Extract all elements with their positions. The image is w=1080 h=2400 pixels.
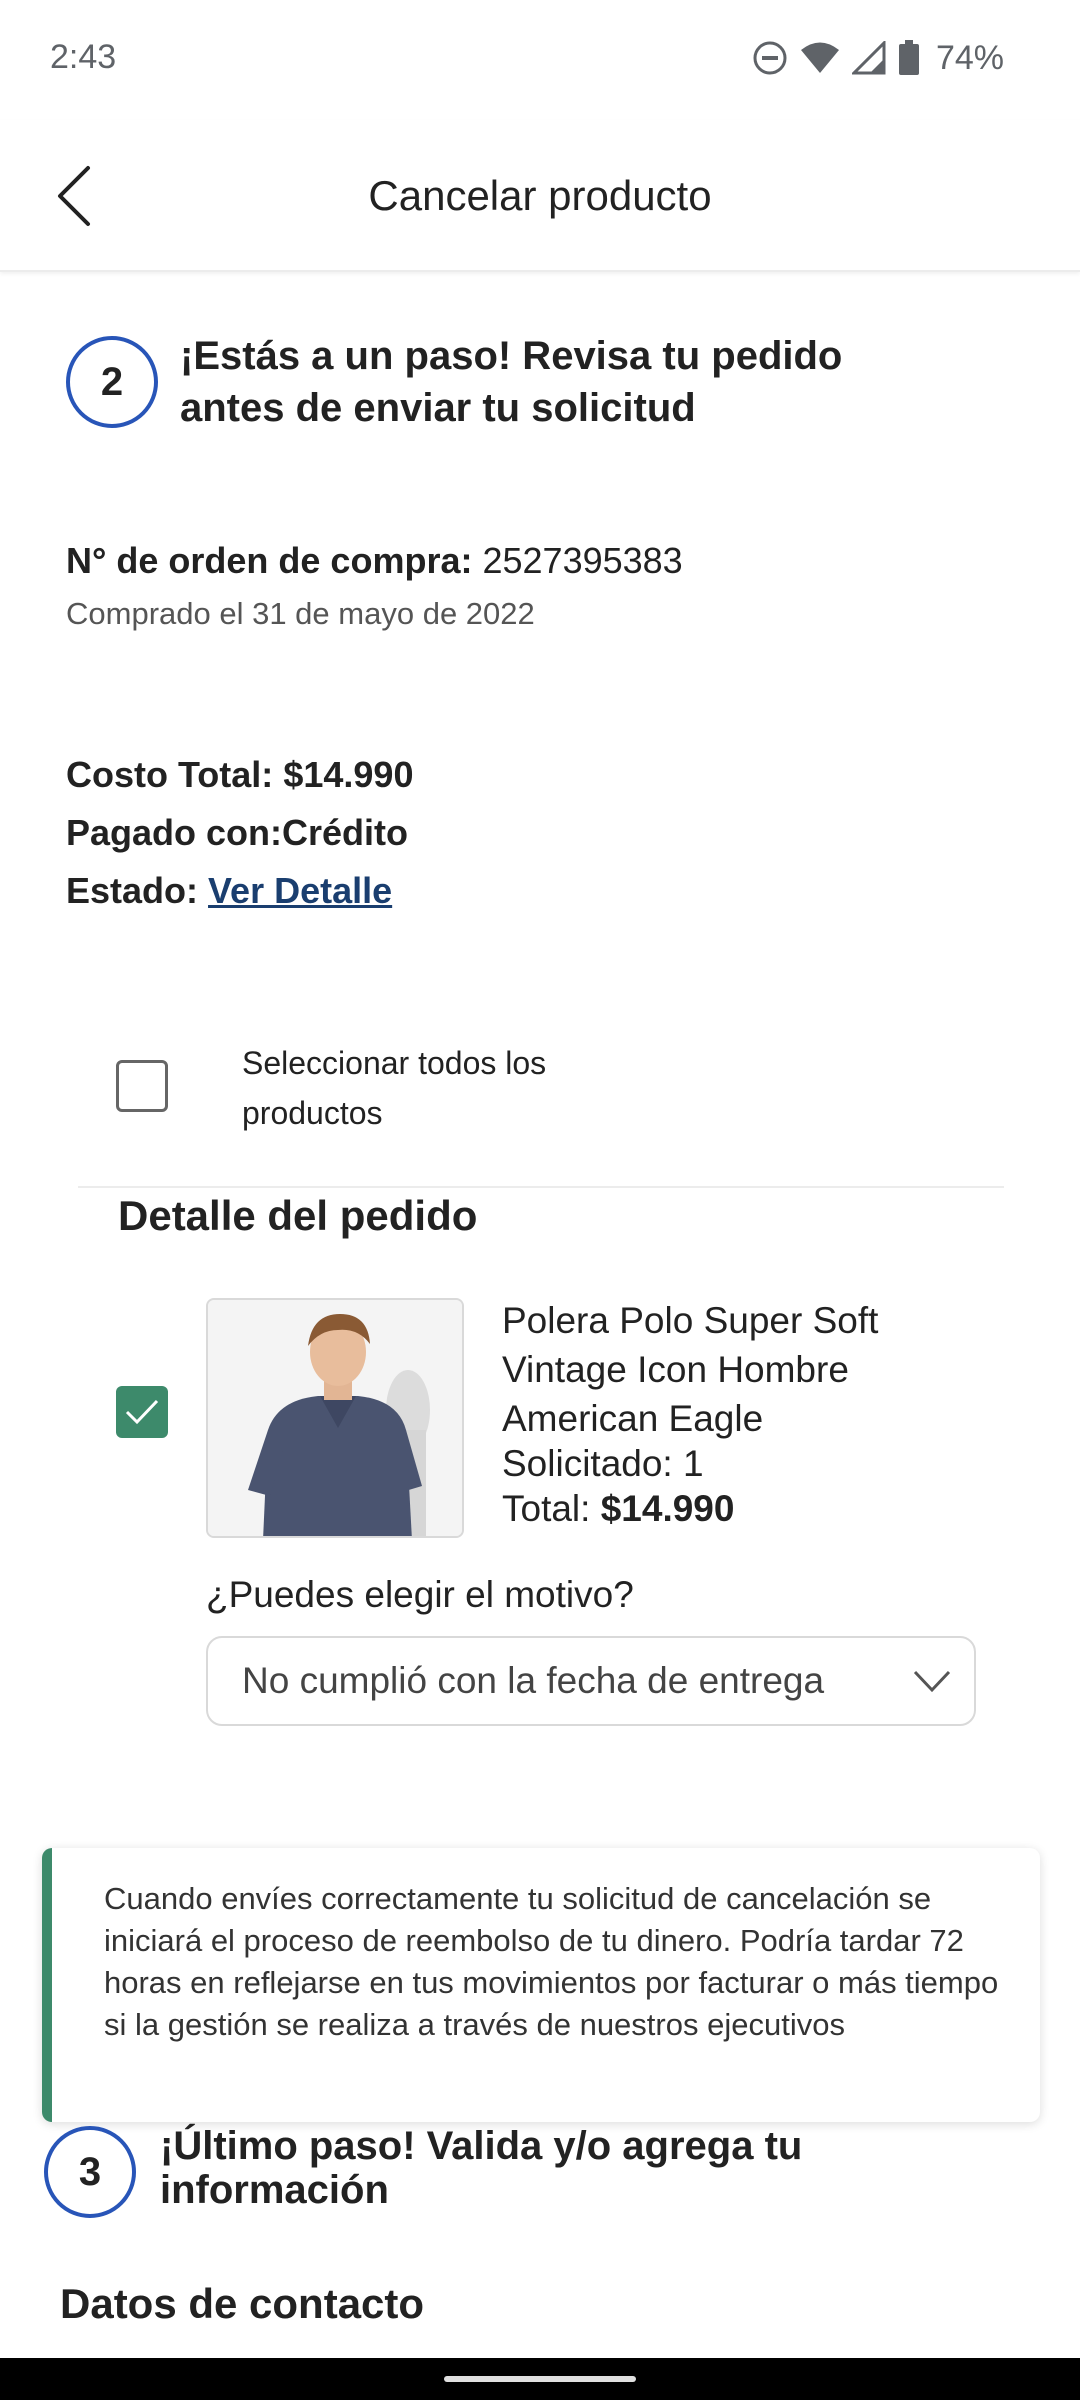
step-2-indicator: 2 [66, 336, 158, 428]
payment-method-value: Crédito [282, 812, 409, 853]
payment-method-label: Pagado con: [66, 812, 283, 853]
product-total-label: Total: [502, 1488, 591, 1529]
product-name-line2: Vintage Icon Hombre [502, 1349, 849, 1390]
status-bar: 2:43 74% [0, 0, 1080, 120]
product-total-row: Total: $14.990 [502, 1485, 1002, 1533]
order-number-value: 2527395383 [482, 540, 683, 581]
reason-dropdown[interactable]: No cumplió con la fecha de entrega [206, 1636, 976, 1726]
step-3-title-line2: información [160, 2168, 389, 2212]
product-image[interactable] [206, 1298, 464, 1538]
step-2-title: ¡Estás a un paso! Revisa tu pedido antes… [180, 330, 842, 434]
payment-method-row: Pagado con:Crédito [66, 812, 408, 854]
divider [78, 1186, 1004, 1188]
view-detail-link[interactable]: Ver Detalle [208, 870, 392, 911]
product-total-value: $14.990 [600, 1488, 735, 1529]
refund-info-box: Cuando envíes correctamente tu solicitud… [42, 1848, 1040, 2122]
chevron-down-icon [913, 1670, 951, 1693]
status-time: 2:43 [50, 38, 117, 76]
battery-percent: 74% [935, 38, 1004, 77]
reason-label: ¿Puedes elegir el motivo? [206, 1574, 634, 1615]
step-3-indicator: 3 [44, 2126, 136, 2218]
total-cost-label: Costo Total: [66, 754, 274, 795]
product-info: Polera Polo Super Soft Vintage Icon Homb… [502, 1296, 1002, 1533]
product-name-line1: Polera Polo Super Soft [502, 1300, 879, 1341]
select-all-checkbox[interactable] [116, 1060, 168, 1112]
product-requested: Solicitado: 1 [502, 1443, 704, 1484]
product-checkbox[interactable] [116, 1386, 168, 1438]
home-gesture-handle[interactable] [444, 2376, 636, 2382]
total-cost-value: $14.990 [283, 754, 414, 795]
product-name-line3: American Eagle [502, 1398, 764, 1439]
refund-info-text: Cuando envíes correctamente tu solicitud… [104, 1881, 999, 2042]
reason-selected-value: No cumplió con la fecha de entrega [242, 1660, 825, 1701]
contact-data-title: Datos de contacto [60, 2280, 425, 2327]
total-cost-row: Costo Total: $14.990 [66, 754, 413, 796]
page-title: Cancelar producto [368, 172, 712, 219]
step-2-title-line2: antes de enviar tu solicitud [180, 386, 696, 430]
order-number-label: N° de orden de compra: [66, 540, 473, 581]
order-number-row: N° de orden de compra: 2527395383 [66, 540, 683, 582]
step-3-title-line1: ¡Último paso! Valida y/o agrega tu [160, 2124, 803, 2168]
battery-icon [898, 40, 919, 75]
order-detail-title: Detalle del pedido [118, 1192, 478, 1239]
wifi-icon [800, 42, 839, 73]
navigation-bar [0, 2358, 1080, 2400]
purchase-date: Comprado el 31 de mayo de 2022 [66, 596, 535, 631]
order-status-row: Estado: Ver Detalle [66, 870, 392, 912]
checkmark-icon [125, 1399, 159, 1425]
do-not-disturb-icon [753, 41, 787, 75]
product-photo [208, 1300, 462, 1536]
order-status-label: Estado: [66, 870, 199, 911]
select-all-label[interactable]: Seleccionar todos los productos [242, 1038, 662, 1138]
step-3-title: ¡Último paso! Valida y/o agrega tu infor… [160, 2124, 802, 2212]
signal-icon [851, 41, 886, 75]
app-header: Cancelar producto [0, 120, 1080, 272]
status-icons: 74% [752, 36, 1004, 80]
step-2-title-line1: ¡Estás a un paso! Revisa tu pedido [180, 334, 843, 378]
